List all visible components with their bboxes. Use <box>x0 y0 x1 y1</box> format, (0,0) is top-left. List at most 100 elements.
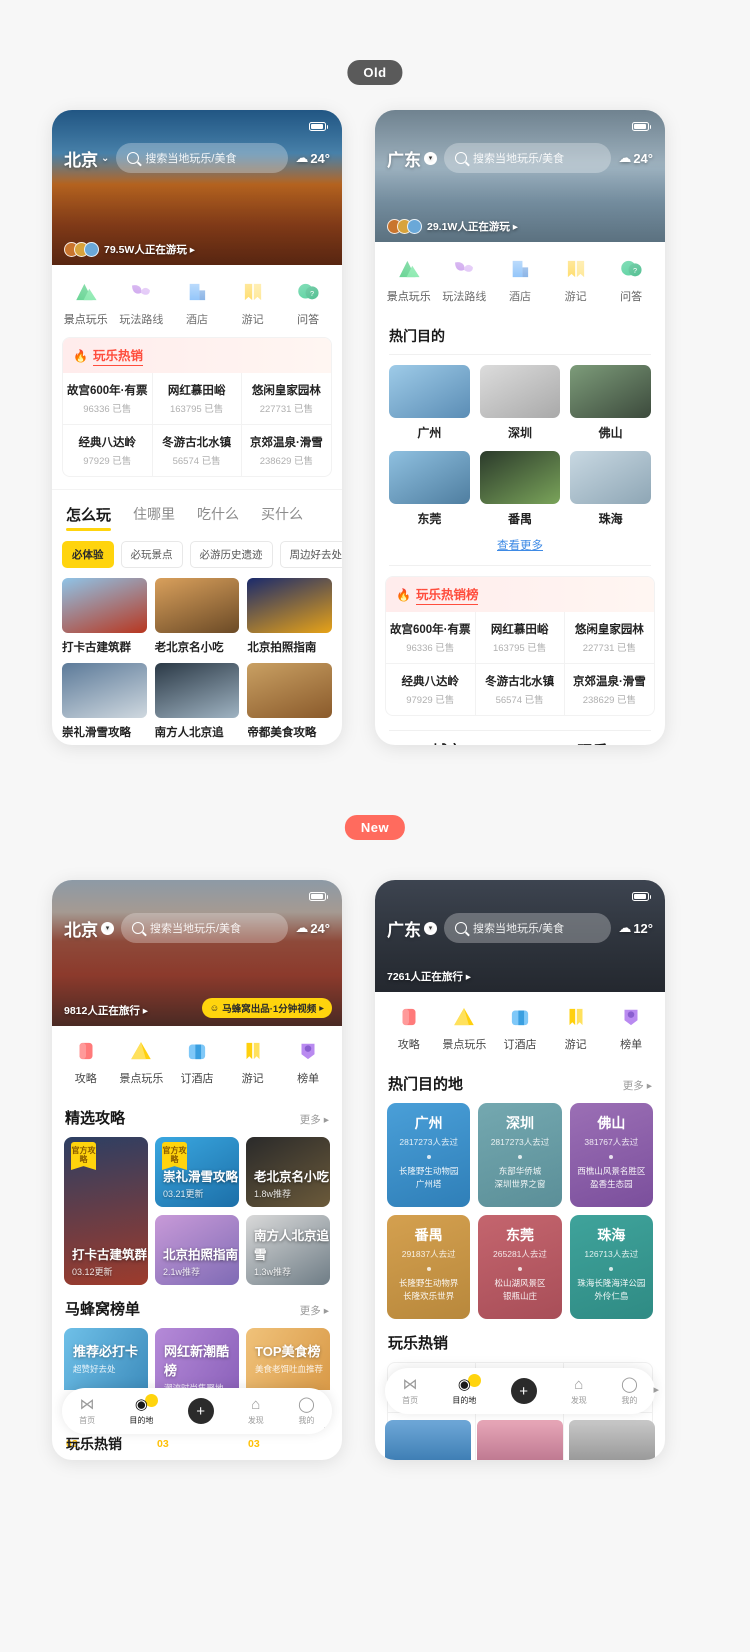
content-card[interactable]: 崇礼滑雪攻略 <box>62 663 147 740</box>
destination-card[interactable]: 东莞 <box>389 451 470 527</box>
tabbar-item-home[interactable]: ⋈ 首页 <box>79 1397 95 1426</box>
destination-card[interactable]: 番禺 291837人去过 长隆野生动物界 长隆欢乐世界 <box>387 1215 471 1319</box>
destination-card[interactable]: 深圳 <box>479 365 561 441</box>
nav-item-3[interactable]: 游记 <box>550 256 602 304</box>
destination-card[interactable]: 珠海 126713人去过 珠海长隆海洋公园 外伶仁島 <box>569 1215 653 1319</box>
destination-card[interactable]: 深圳 2817273人去过 东部华侨城 深圳世界之窗 <box>478 1103 562 1207</box>
see-more-link[interactable]: 查看更多 <box>375 527 665 565</box>
destination-card[interactable]: 番禺 <box>479 451 561 527</box>
nav-item-1[interactable]: 景点玩乐 <box>115 1038 167 1086</box>
content-card[interactable]: 帝都美食攻略 <box>247 663 332 740</box>
hot-sale-item[interactable]: 悠闲皇家园林 227731 已售 <box>241 373 331 425</box>
hot-sale-item[interactable]: 悠闲皇家园林 227731 已售 <box>564 612 654 664</box>
tab-howtoplay[interactable]: 怎么玩 <box>66 504 112 531</box>
hot-sale-item[interactable]: 京郊温泉·滑雪 238629 已售 <box>242 425 331 476</box>
guide-card[interactable]: 官方攻略 崇礼滑雪攻略 03.21更新 <box>155 1137 239 1207</box>
hot-sale-item[interactable]: 经典八达岭 97929 已售 <box>386 664 476 715</box>
content-card[interactable]: 南方人北京追 <box>154 663 240 740</box>
hot-sale-item[interactable]: 冬游古北水镇 56574 已售 <box>476 664 565 715</box>
weather-widget[interactable]: ☁ 24° <box>295 920 330 936</box>
search-input[interactable]: 搜索当地玩乐/美食 <box>444 913 612 943</box>
nav-item-3[interactable]: 游记 <box>227 1038 279 1086</box>
hot-sale-item[interactable]: 网红慕田峪 163795 已售 <box>152 373 242 425</box>
destination-card[interactable]: 佛山 <box>570 365 651 441</box>
tabbar-item-home[interactable]: ⋈ 首页 <box>402 1377 418 1406</box>
tab-whattoeat[interactable]: 吃什么 <box>197 504 239 531</box>
nav-item-4[interactable]: 榜单 <box>605 1004 657 1052</box>
weather-widget[interactable]: ☁ 24° <box>295 150 330 166</box>
search-input[interactable]: 搜索当地玩乐/美食 <box>444 143 612 173</box>
cut-tab-0[interactable]: 城市 <box>432 740 462 745</box>
nav-item-3[interactable]: 游记 <box>550 1004 602 1052</box>
destination-card[interactable]: 珠海 <box>570 451 651 527</box>
hot-sale-item[interactable]: 故宫600年·有票 96336 已售 <box>386 612 476 664</box>
destinations-title: 热门目的 <box>389 328 445 344</box>
city-selector[interactable]: 广东 ▾ <box>387 916 437 941</box>
content-card[interactable]: 北京拍照指南 <box>247 578 332 655</box>
city-selector[interactable]: 广东 ▾ <box>387 146 437 171</box>
tabbar-item-destination[interactable]: ◉ 目的地 <box>452 1373 482 1406</box>
destinations-more-link[interactable]: 更多 ▸ <box>623 1078 652 1093</box>
tabbar-item-discover[interactable]: ⌂ 发现 <box>571 1377 587 1406</box>
nav-item-1[interactable]: 玩法路线 <box>115 279 167 327</box>
weather-widget[interactable]: ☁ 12° <box>618 920 653 936</box>
nav-item-0[interactable]: 攻略 <box>383 1004 435 1052</box>
nav-item-4[interactable]: 榜单 <box>282 1038 334 1086</box>
nav-item-4[interactable]: ? 问答 <box>282 279 334 327</box>
video-badge[interactable]: ☺ 马蜂窝出品·1分钟视频 ▸ <box>201 998 332 1018</box>
live-visitors[interactable]: 9812人正在旅行 ▸ <box>64 1003 148 1018</box>
dest-name: 佛山 <box>598 426 623 440</box>
hot-sale-item[interactable]: 冬游古北水镇 56574 已售 <box>153 425 242 476</box>
city-selector[interactable]: 北京 ▾ <box>64 916 114 941</box>
tabbar-item-profile[interactable]: ◯ 我的 <box>621 1377 638 1406</box>
guide-card-large[interactable]: 官方攻略 打卡古建筑群 03.12更新 <box>64 1137 148 1285</box>
nav-item-4[interactable]: ? 问答 <box>605 256 657 304</box>
tabbar-item-destination[interactable]: ◉ 目的地 <box>129 1393 159 1426</box>
tabbar-item-add[interactable]: + <box>510 1378 537 1404</box>
destination-card[interactable]: 广州 2817273人去过 长隆野生动物园 广州塔 <box>387 1103 471 1207</box>
search-input[interactable]: 搜索当地玩乐/美食 <box>116 143 289 173</box>
chip-0[interactable]: 必体验 <box>62 541 114 568</box>
guide-card[interactable]: 南方人北京追雪 1.3w推荐 <box>246 1215 330 1285</box>
destination-card[interactable]: 佛山 381767人去过 西樵山风景名胜区 盈香生态园 <box>569 1103 653 1207</box>
nav-item-0[interactable]: 景点玩乐 <box>383 256 435 304</box>
nav-item-3[interactable]: 游记 <box>227 279 279 327</box>
hot-sale-item[interactable]: 故宫600年·有票 96336 已售 <box>63 373 153 425</box>
weather-widget[interactable]: ☁ 24° <box>618 150 653 166</box>
content-card[interactable]: 老北京名小吃 <box>154 578 240 655</box>
chip-1[interactable]: 必玩景点 <box>120 541 183 568</box>
chip-3[interactable]: 周边好去处 <box>279 541 342 568</box>
city-selector[interactable]: 北京 ⌄ <box>64 146 109 171</box>
guide-card[interactable]: 北京拍照指南 2.1w推荐 <box>155 1215 239 1285</box>
cut-tab-1[interactable]: 玩乐 <box>577 740 607 745</box>
tabbar-item-profile[interactable]: ◯ 我的 <box>298 1397 315 1426</box>
hot-sale-item[interactable]: 京郊温泉·滑雪 238629 已售 <box>565 664 654 715</box>
guides-more-link[interactable]: 更多 ▸ <box>300 1112 329 1127</box>
tab-whattobuy[interactable]: 买什么 <box>261 504 303 531</box>
nav-item-2[interactable]: 酒店 <box>171 279 223 327</box>
hot-sale-item[interactable]: 网红慕田峪 163795 已售 <box>475 612 565 664</box>
nav-item-2[interactable]: 订酒店 <box>494 1004 546 1052</box>
tabbar-item-add[interactable]: + <box>187 1398 214 1424</box>
chevron-right-icon[interactable]: ▸ <box>653 1383 659 1396</box>
live-visitors[interactable]: 29.1W人正在游玩 ▸ <box>387 219 518 234</box>
nav-item-1[interactable]: 玩法路线 <box>438 256 490 304</box>
ranks-more-link[interactable]: 更多 ▸ <box>300 1303 329 1318</box>
chip-2[interactable]: 必游历史遗迹 <box>189 541 273 568</box>
nav-item-0[interactable]: 攻略 <box>60 1038 112 1086</box>
nav-item-2[interactable]: 酒店 <box>494 256 546 304</box>
search-placeholder: 搜索当地玩乐/美食 <box>145 153 237 165</box>
nav-item-0[interactable]: 景点玩乐 <box>60 279 112 327</box>
live-visitors[interactable]: 7261人正在旅行 ▸ <box>387 969 471 984</box>
nav-item-2[interactable]: 订酒店 <box>171 1038 223 1086</box>
tab-wheretostay[interactable]: 住哪里 <box>133 504 175 531</box>
nav-item-1[interactable]: 景点玩乐 <box>438 1004 490 1052</box>
hot-sale-item[interactable]: 经典八达岭 97929 已售 <box>63 425 153 476</box>
guide-card[interactable]: 老北京名小吃 1.8w推荐 <box>246 1137 330 1207</box>
destination-card[interactable]: 广州 <box>389 365 470 441</box>
tabbar-item-discover[interactable]: ⌂ 发现 <box>248 1397 264 1426</box>
search-input[interactable]: 搜索当地玩乐/美食 <box>121 913 289 943</box>
content-card[interactable]: 打卡古建筑群 <box>62 578 147 655</box>
live-visitors[interactable]: 79.5W人正在游玩 ▸ <box>64 242 195 257</box>
destination-card[interactable]: 东莞 265281人去过 松山湖风景区 银瓶山庄 <box>478 1215 562 1319</box>
